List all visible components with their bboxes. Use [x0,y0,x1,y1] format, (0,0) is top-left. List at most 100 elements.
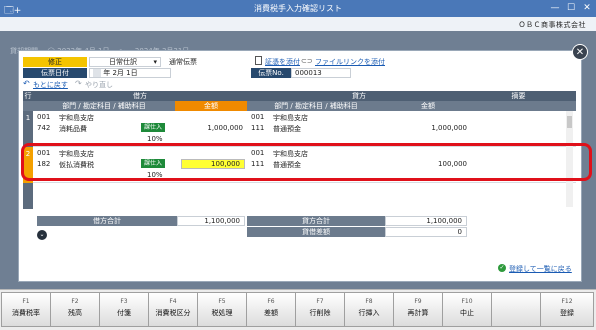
fkey-number: F12 [561,298,573,305]
debit-acct: 消耗品費 [59,125,87,133]
debit-subheader: 部門 / 勘定科目 / 補助科目 [62,102,146,110]
debit-total-label: 借方合計 [37,216,177,226]
date-field[interactable]: 年 2月 1日 [89,68,171,78]
fkey-label: 消費税率 [12,309,40,317]
fkey-number: F4 [169,298,177,305]
row-number-empty [23,183,33,209]
credit-dept-code: 001 [251,113,265,121]
credit-total: 1,100,000 [385,216,467,226]
diff-value: 0 [385,227,467,237]
fkey-number: F5 [218,298,226,305]
date-value: 年 2月 1日 [103,69,138,77]
attach-evidence-link[interactable]: 証憑を添付 [265,57,300,67]
fkey-label: 税処理 [211,309,233,317]
company-bar: ＯＢＣ商事株式会社 [0,17,596,31]
fkey-label: 行挿入 [358,309,380,317]
tax-rate: 10% [147,135,163,143]
journal-type-select[interactable]: 日常仕訳 ▾ [89,57,161,67]
document-icon[interactable] [255,56,262,65]
fkey-number: F7 [316,298,324,305]
fkey-number: F2 [71,298,79,305]
f1-button[interactable]: F1 消費税率 [1,292,51,327]
fkey-label: 残高 [68,309,82,317]
grid-header-top: 行 借方 貸方 摘要 [23,91,576,101]
empty-row[interactable] [23,183,576,209]
f5-button[interactable]: F5 税処理 [197,292,247,327]
fkey-label: 中止 [460,309,474,317]
window-close-button[interactable]: ✕ [580,3,594,13]
title-bar: 🗔+ 消費税手入力確認リスト — ☐ ✕ [0,0,596,17]
fkey-number: F8 [365,298,373,305]
link-icon[interactable]: ⊂⊃ [301,57,313,65]
fkey-label: 付箋 [117,309,131,317]
journal-type-value: 日常仕訳 [109,58,137,66]
credit-acct-code: 111 [251,124,265,132]
credit-acct: 普通預金 [273,125,301,133]
undo-icon[interactable]: ↶ [23,79,30,88]
debit-dept-code: 001 [37,113,51,121]
diff-label: 貸借差額 [247,227,385,237]
dialog-close-button[interactable]: ✕ [572,44,588,60]
fkey-number: F6 [267,298,275,305]
fkey-number: F1 [22,298,30,305]
f7-button[interactable]: F7 行削除 [295,292,345,327]
fkey-label: 行削除 [309,309,331,317]
maximize-button[interactable]: ☐ [564,3,578,13]
row-header: 行 [24,92,32,100]
attach-file-link[interactable]: ファイルリンクを添付 [315,57,385,67]
row-highlight-frame [21,143,592,181]
debit-acct-code: 742 [37,124,51,132]
era-box [93,69,101,77]
row-number: 1 [23,111,33,147]
mode-label: 修正 [23,57,87,67]
slip-no-label: 伝票No. [251,68,291,78]
fkey-label: 消費税区分 [155,309,191,317]
scrollbar-thumb[interactable] [567,116,572,128]
debit-total: 1,100,000 [177,216,245,226]
f9-button[interactable]: F9 再計算 [393,292,443,327]
fkey-number: F10 [461,298,473,305]
fkey-number: F3 [120,298,128,305]
debit-header: 借方 [133,92,147,100]
date-label: 伝票日付 [23,68,87,78]
register-return-link[interactable]: 登録して一覧に戻る [509,264,572,274]
redo-link: やり直し [85,81,113,89]
fkey-label: 再計算 [407,309,429,317]
f12-button[interactable]: F12 登録 [540,292,594,327]
company-name: ＯＢＣ商事株式会社 [518,21,586,29]
fkey-label: 差額 [264,309,278,317]
f11-button [491,292,541,327]
f6-button[interactable]: F6 差額 [246,292,296,327]
chevron-down-icon: ▾ [153,58,157,66]
debit-amount[interactable]: 1,000,000 [175,124,243,132]
slip-no-field[interactable]: 000013 [291,68,351,78]
fkey-number: F9 [414,298,422,305]
minimize-button[interactable]: — [548,3,562,13]
credit-dept: 宇和島支店 [273,114,308,122]
grid-header-sub: 部門 / 勘定科目 / 補助科目 金額 部門 / 勘定科目 / 補助科目 金額 [23,101,576,111]
credit-header: 貸方 [352,92,366,100]
debit-dept: 宇和島支店 [59,114,94,122]
credit-amount-header: 金額 [421,102,435,110]
credit-subheader: 部門 / 勘定科目 / 補助科目 [274,102,358,110]
f4-button[interactable]: F4 消費税区分 [148,292,198,327]
tax-category-badge[interactable]: 課仕入 [141,123,166,132]
redo-icon: ↷ [75,79,82,88]
memo-header: 摘要 [511,92,526,100]
f3-button[interactable]: F3 付箋 [99,292,149,327]
function-key-bar: F1 消費税率 F2 残高 F3 付箋 F4 消費税区分 F5 税処理 F6 差額 F7 行削… [0,289,596,330]
f8-button[interactable]: F8 行挿入 [344,292,394,327]
check-icon: ✓ [498,264,506,272]
f2-button[interactable]: F2 残高 [50,292,100,327]
credit-total-label: 貸方合計 [247,216,385,226]
slip-type: 通常伝票 [165,57,231,67]
window-title: 消費税手入力確認リスト [254,4,342,13]
credit-amount[interactable]: 1,000,000 [385,124,467,132]
undo-link[interactable]: もとに戻す [33,80,68,90]
expand-icon[interactable]: ⌄ [37,230,47,240]
f10-button[interactable]: F10 中止 [442,292,492,327]
fkey-label: 登録 [560,309,574,317]
debit-amount-header: 金額 [175,101,247,111]
slip-dialog: 修正 日常仕訳 ▾ 通常伝票 証憑を添付 ⊂⊃ ファイルリンクを添付 伝票日付 … [18,50,592,282]
table-row[interactable]: 1 001 宇和島支店 742 消耗品費 課仕入 10% 1,000,000 0… [23,111,576,147]
